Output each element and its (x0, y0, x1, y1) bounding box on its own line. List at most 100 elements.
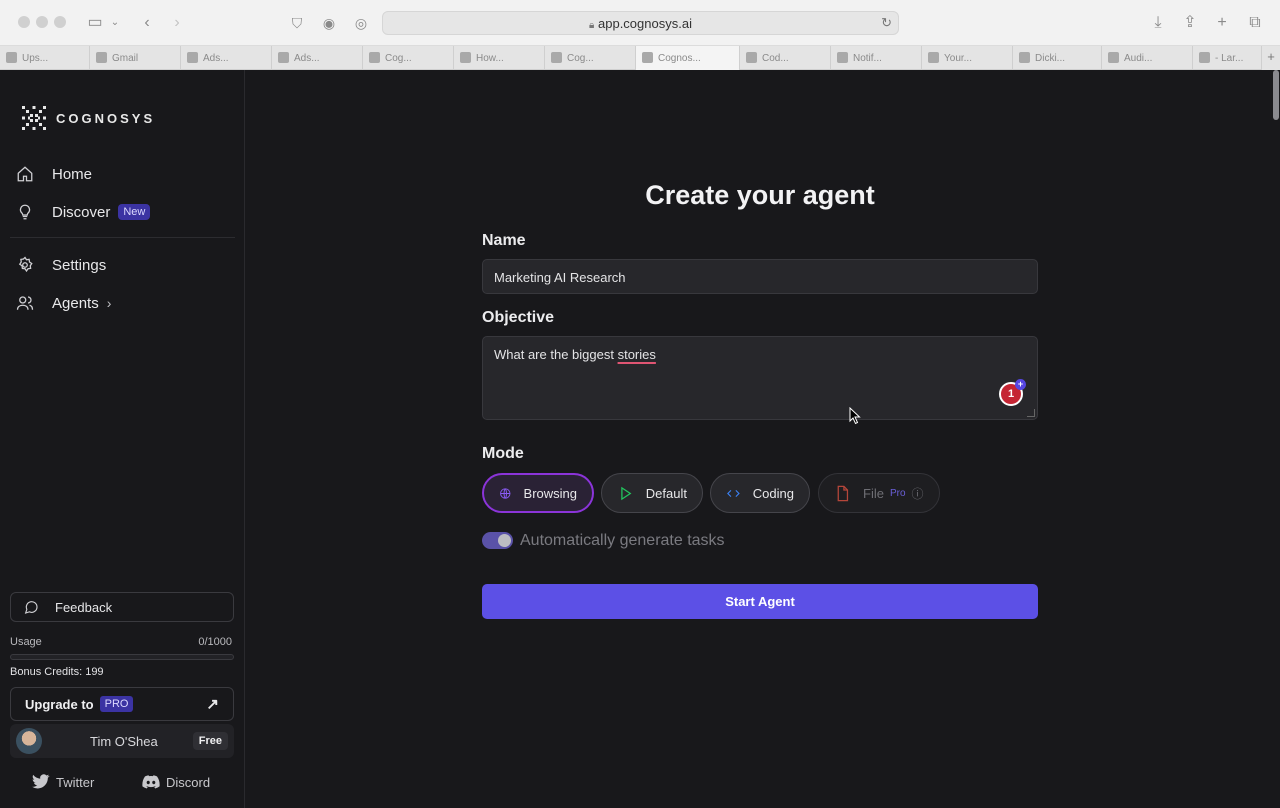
favicon-icon (551, 52, 562, 63)
home-icon (17, 166, 33, 182)
favicon-icon (369, 52, 380, 63)
code-icon (727, 489, 740, 497)
plan-badge: Free (192, 732, 228, 750)
favicon-icon (96, 52, 107, 63)
browser-tab[interactable]: Ads... (272, 46, 363, 70)
new-tab-icon[interactable]: + (1211, 12, 1233, 34)
pro-badge: Pro (889, 487, 906, 499)
browser-tab[interactable]: Cog... (545, 46, 636, 70)
favicon-icon (746, 52, 757, 63)
logo-text: COGNOSYS (56, 110, 156, 126)
favicon-icon (278, 52, 289, 63)
toggle-knob (498, 534, 511, 547)
sidebar-item-agents[interactable]: Agents › (16, 292, 111, 314)
favicon-icon (460, 52, 471, 63)
browser-tab[interactable]: Your... (922, 46, 1013, 70)
sidebar-toggle-icon[interactable]: ▭ (84, 12, 106, 34)
globe-icon (500, 487, 511, 499)
mode-browsing-button[interactable]: Browsing (482, 473, 594, 513)
download-icon[interactable]: ⤓ (1147, 12, 1169, 34)
logo[interactable]: COGNOSYS (20, 104, 155, 132)
sidebar-item-discover[interactable]: Discover New (16, 201, 151, 223)
sidebar-item-settings[interactable]: Settings (16, 254, 106, 276)
user-profile[interactable]: Tim O'Shea Free (10, 724, 234, 758)
shield-icon[interactable]: ⛉ (286, 12, 308, 34)
chat-bubble-icon (24, 601, 38, 614)
browser-tab[interactable]: Cog... (363, 46, 454, 70)
discord-link[interactable]: Discord (142, 774, 210, 790)
lock-icon: 🔒︎ (589, 20, 595, 31)
info-icon[interactable]: ⓘ (912, 485, 924, 502)
chevron-down-icon[interactable]: ⌄ (108, 12, 122, 34)
sidebar-divider (10, 237, 235, 238)
usage-progress-bar (10, 654, 234, 660)
start-agent-button[interactable]: Start Agent (482, 584, 1038, 619)
twitter-link[interactable]: Twitter (32, 774, 94, 790)
zoom-window-button[interactable] (54, 16, 66, 28)
browser-tab-active[interactable]: Cognos... (636, 46, 740, 70)
sidebar-item-home[interactable]: Home (16, 163, 92, 185)
mode-default-button[interactable]: Default (601, 473, 703, 513)
usage-value: 0/1000 (198, 636, 232, 648)
auto-tasks-toggle[interactable] (482, 532, 513, 549)
agent-name-input[interactable]: Marketing AI Research (482, 259, 1038, 294)
close-window-button[interactable] (18, 16, 30, 28)
feedback-button[interactable]: Feedback (10, 592, 234, 622)
browser-tab[interactable]: Gmail (90, 46, 181, 70)
grammarly-icon[interactable]: ◉ (318, 12, 340, 34)
browser-tab[interactable]: Cod... (740, 46, 831, 70)
browser-tab[interactable]: Audi... (1102, 46, 1193, 70)
upgrade-button[interactable]: Upgrade to PRO ↗ (10, 687, 234, 721)
sidebar-item-label: Agents (52, 294, 99, 312)
password-icon[interactable]: ◎ (350, 12, 372, 34)
upgrade-label: Upgrade to (25, 696, 94, 712)
browser-tab[interactable]: Notif... (831, 46, 922, 70)
mode-label-default: Default (645, 485, 687, 501)
back-icon[interactable]: ‹ (136, 12, 158, 34)
browser-tab[interactable]: Dicki... (1013, 46, 1102, 70)
user-name: Tim O'Shea (90, 734, 158, 749)
share-icon[interactable]: ⇪ (1179, 12, 1201, 34)
twitter-label: Twitter (56, 774, 95, 790)
cognosys-logo-icon (22, 106, 46, 130)
forward-icon[interactable]: › (166, 12, 188, 34)
reload-icon[interactable]: ↻ (881, 15, 892, 31)
avatar (16, 728, 42, 754)
grammarly-badge[interactable]: 1 + (999, 379, 1026, 406)
bonus-credits: Bonus Credits: 199 (10, 666, 104, 678)
browser-titlebar: ▭ ⌄ ‹ › ⛉ ◉ ◎ 🔒︎ app.cognosys.ai ↻ ⤓ ⇪ +… (0, 0, 1280, 46)
objective-textarea[interactable]: What are the biggest stories 1 + (482, 336, 1038, 420)
browser-tab[interactable]: How... (454, 46, 545, 70)
favicon-icon (1108, 52, 1119, 63)
discord-icon (142, 775, 160, 789)
address-bar[interactable]: 🔒︎ app.cognosys.ai ↻ (382, 11, 899, 35)
browser-tab[interactable]: - Lar... (1193, 46, 1262, 70)
browser-tab[interactable]: Ups... (0, 46, 90, 70)
favicon-icon (928, 52, 939, 63)
plus-icon: + (1015, 379, 1026, 390)
mode-coding-button[interactable]: Coding (710, 473, 810, 513)
tab-overview-icon[interactable]: ⧉ (1244, 12, 1266, 34)
minimize-window-button[interactable] (36, 16, 48, 28)
new-badge: New (118, 204, 151, 220)
page-title: Create your agent (645, 180, 875, 210)
resize-handle[interactable] (1027, 409, 1035, 417)
mode-label-coding: Coding (752, 485, 794, 501)
auto-tasks-label: Automatically generate tasks (520, 532, 725, 549)
sidebar: COGNOSYS Home Discover New Settings Agen… (0, 70, 245, 808)
discord-label: Discord (166, 774, 211, 790)
scrollbar-thumb[interactable] (1273, 70, 1279, 120)
mode-file-button[interactable]: File Pro ⓘ (818, 473, 940, 513)
feedback-label: Feedback (55, 599, 113, 615)
url-text: 🔒︎ app.cognosys.ai (589, 16, 692, 31)
lightbulb-icon (19, 204, 31, 220)
sidebar-item-label: Settings (52, 256, 107, 274)
arrow-up-right-icon: ↗ (206, 696, 219, 713)
add-tab-icon[interactable]: + (1262, 46, 1280, 70)
file-icon (837, 485, 849, 501)
gear-icon (18, 256, 33, 273)
objective-text: What are the biggest (494, 347, 618, 362)
mode-label-browsing: Browsing (523, 485, 577, 501)
browser-tab[interactable]: Ads... (181, 46, 272, 70)
mouse-cursor-icon (849, 407, 861, 425)
